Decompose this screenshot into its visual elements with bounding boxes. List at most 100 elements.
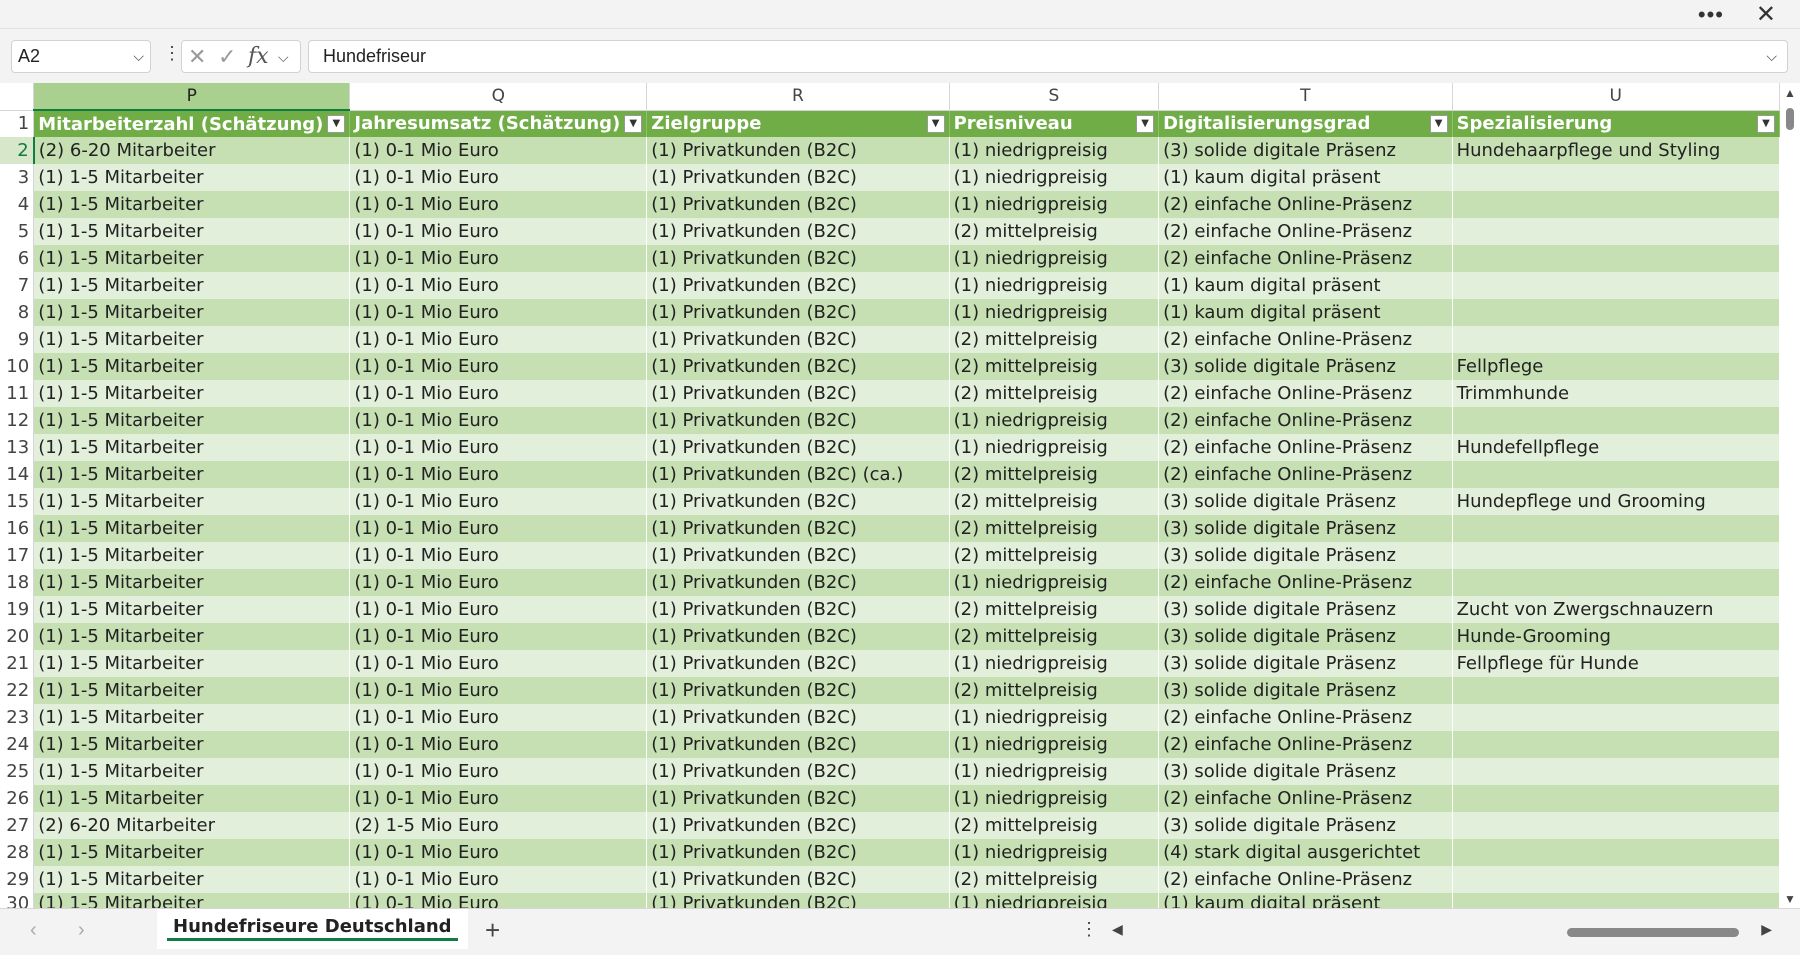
- table-header-cell[interactable]: Mitarbeiterzahl (Schätzung) ▼: [33, 110, 351, 137]
- filter-dropdown-icon[interactable]: ▼: [1429, 114, 1448, 133]
- row-number[interactable]: 5: [0, 218, 35, 245]
- column-header-s[interactable]: S: [949, 83, 1160, 111]
- table-cell[interactable]: (1) Privatkunden (B2C): [646, 839, 950, 866]
- table-cell[interactable]: [1452, 542, 1780, 569]
- table-cell[interactable]: (3) solide digitale Präsenz: [1158, 650, 1453, 677]
- row-number[interactable]: 21: [0, 650, 35, 677]
- table-cell[interactable]: (1) 0-1 Mio Euro: [349, 164, 648, 191]
- row-number[interactable]: 27: [0, 812, 35, 839]
- table-cell[interactable]: (1) 0-1 Mio Euro: [349, 839, 648, 866]
- table-cell[interactable]: (3) solide digitale Präsenz: [1158, 596, 1453, 623]
- row-number[interactable]: 19: [0, 596, 35, 623]
- table-cell[interactable]: (1) 1-5 Mitarbeiter: [33, 191, 351, 218]
- table-cell[interactable]: [1452, 218, 1780, 245]
- table-cell[interactable]: (2) 1-5 Mio Euro: [349, 812, 648, 839]
- table-cell[interactable]: (1) Privatkunden (B2C): [646, 488, 950, 515]
- table-cell[interactable]: [1452, 164, 1780, 191]
- vertical-dots-icon[interactable]: ⋮: [1080, 919, 1098, 940]
- table-cell[interactable]: (1) 1-5 Mitarbeiter: [33, 839, 351, 866]
- table-cell[interactable]: [1452, 569, 1780, 596]
- table-cell[interactable]: [1452, 191, 1780, 218]
- expand-formula-icon[interactable]: ⌵: [1766, 41, 1777, 72]
- add-sheet-button[interactable]: +: [485, 915, 500, 946]
- table-cell[interactable]: (1) niedrigpreisig: [949, 164, 1160, 191]
- table-cell[interactable]: Trimmhunde: [1452, 380, 1780, 407]
- vertical-dots-icon[interactable]: ⋮: [163, 43, 181, 64]
- row-number[interactable]: 4: [0, 191, 35, 218]
- filter-dropdown-icon[interactable]: ▼: [1136, 114, 1155, 133]
- table-header-cell[interactable]: Zielgruppe ▼: [646, 110, 950, 137]
- table-cell[interactable]: (1) 1-5 Mitarbeiter: [33, 461, 351, 488]
- table-cell[interactable]: (3) solide digitale Präsenz: [1158, 353, 1453, 380]
- vertical-scroll-thumb[interactable]: [1786, 108, 1794, 130]
- table-cell[interactable]: (1) Privatkunden (B2C): [646, 272, 950, 299]
- table-cell[interactable]: (1) 1-5 Mitarbeiter: [33, 650, 351, 677]
- close-icon[interactable]: ✕: [1756, 0, 1776, 29]
- table-cell[interactable]: (1) niedrigpreisig: [949, 569, 1160, 596]
- table-cell[interactable]: (1) 0-1 Mio Euro: [349, 191, 648, 218]
- more-options-icon[interactable]: •••: [1698, 2, 1724, 28]
- table-cell[interactable]: (1) kaum digital präsent: [1158, 272, 1453, 299]
- row-number[interactable]: 18: [0, 569, 35, 596]
- row-number[interactable]: 12: [0, 407, 35, 434]
- table-cell[interactable]: (3) solide digitale Präsenz: [1158, 515, 1453, 542]
- table-cell[interactable]: Hundepflege und Grooming: [1452, 488, 1780, 515]
- table-cell[interactable]: (1) 0-1 Mio Euro: [349, 623, 648, 650]
- previous-sheet-icon[interactable]: ‹: [30, 919, 37, 942]
- table-cell[interactable]: (1) 0-1 Mio Euro: [349, 677, 648, 704]
- column-header-r[interactable]: R: [646, 83, 950, 111]
- horizontal-scroll-thumb[interactable]: [1567, 928, 1739, 937]
- table-cell[interactable]: (1) 1-5 Mitarbeiter: [33, 758, 351, 785]
- table-cell[interactable]: (1) 0-1 Mio Euro: [349, 434, 648, 461]
- table-cell[interactable]: [1452, 326, 1780, 353]
- table-cell[interactable]: (1) niedrigpreisig: [949, 245, 1160, 272]
- scroll-up-icon[interactable]: ▲: [1784, 86, 1796, 100]
- table-cell[interactable]: (1) 1-5 Mitarbeiter: [33, 299, 351, 326]
- table-cell[interactable]: (1) 1-5 Mitarbeiter: [33, 893, 351, 908]
- table-cell[interactable]: (1) 0-1 Mio Euro: [349, 245, 648, 272]
- filter-dropdown-icon[interactable]: ▼: [327, 115, 346, 133]
- table-cell[interactable]: (2) mittelpreisig: [949, 677, 1160, 704]
- table-cell[interactable]: [1452, 866, 1780, 893]
- table-cell[interactable]: [1452, 812, 1780, 839]
- table-cell[interactable]: (2) einfache Online-Präsenz: [1158, 326, 1453, 353]
- row-number[interactable]: 23: [0, 704, 35, 731]
- table-cell[interactable]: (2) einfache Online-Präsenz: [1158, 569, 1453, 596]
- table-cell[interactable]: (1) niedrigpreisig: [949, 893, 1160, 908]
- vertical-scrollbar[interactable]: ▲ ▼: [1780, 83, 1800, 908]
- table-cell[interactable]: (1) 1-5 Mitarbeiter: [33, 164, 351, 191]
- table-cell[interactable]: (1) Privatkunden (B2C): [646, 245, 950, 272]
- table-cell[interactable]: (1) 1-5 Mitarbeiter: [33, 677, 351, 704]
- table-cell[interactable]: (1) 1-5 Mitarbeiter: [33, 434, 351, 461]
- table-cell[interactable]: (2) mittelpreisig: [949, 326, 1160, 353]
- chevron-down-icon[interactable]: ⌵: [278, 49, 289, 66]
- table-cell[interactable]: (3) solide digitale Präsenz: [1158, 758, 1453, 785]
- next-sheet-icon[interactable]: ›: [78, 919, 85, 942]
- table-cell[interactable]: (1) 0-1 Mio Euro: [349, 461, 648, 488]
- table-cell[interactable]: [1452, 299, 1780, 326]
- table-cell[interactable]: (1) 1-5 Mitarbeiter: [33, 245, 351, 272]
- table-cell[interactable]: (2) einfache Online-Präsenz: [1158, 245, 1453, 272]
- table-cell[interactable]: (1) Privatkunden (B2C): [646, 218, 950, 245]
- table-cell[interactable]: (1) Privatkunden (B2C): [646, 596, 950, 623]
- horizontal-scrollbar[interactable]: ◀ ▶: [1112, 921, 1772, 939]
- table-cell[interactable]: (2) einfache Online-Präsenz: [1158, 461, 1453, 488]
- table-header-cell[interactable]: Preisniveau ▼: [949, 110, 1160, 137]
- table-cell[interactable]: Fellpflege für Hunde: [1452, 650, 1780, 677]
- table-cell[interactable]: (2) mittelpreisig: [949, 488, 1160, 515]
- formula-input[interactable]: Hundefriseur ⌵: [308, 40, 1788, 73]
- table-cell[interactable]: (1) Privatkunden (B2C): [646, 407, 950, 434]
- table-cell[interactable]: (1) Privatkunden (B2C): [646, 191, 950, 218]
- table-cell[interactable]: (2) mittelpreisig: [949, 218, 1160, 245]
- table-cell[interactable]: (1) 1-5 Mitarbeiter: [33, 515, 351, 542]
- table-cell[interactable]: [1452, 839, 1780, 866]
- table-cell[interactable]: (1) Privatkunden (B2C): [646, 785, 950, 812]
- filter-dropdown-icon[interactable]: ▼: [1757, 114, 1775, 133]
- table-cell[interactable]: (1) 0-1 Mio Euro: [349, 218, 648, 245]
- enter-icon[interactable]: ✓: [218, 44, 236, 70]
- table-cell[interactable]: (2) mittelpreisig: [949, 380, 1160, 407]
- table-cell[interactable]: (1) niedrigpreisig: [949, 731, 1160, 758]
- table-cell[interactable]: (2) einfache Online-Präsenz: [1158, 866, 1453, 893]
- table-cell[interactable]: (1) Privatkunden (B2C): [646, 866, 950, 893]
- table-cell[interactable]: (1) niedrigpreisig: [949, 434, 1160, 461]
